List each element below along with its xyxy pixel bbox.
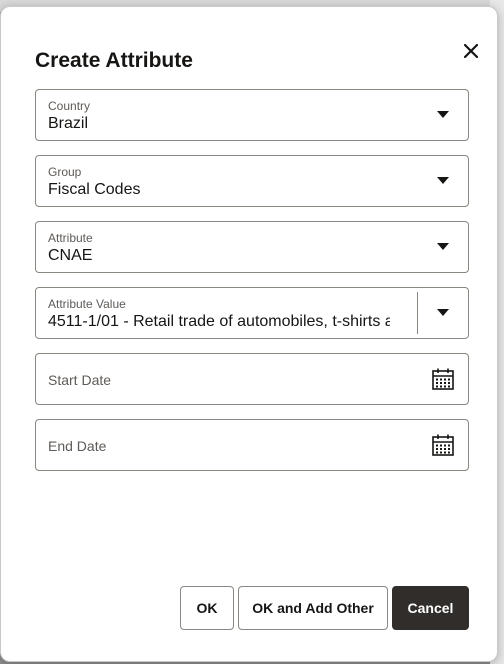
close-button[interactable]	[457, 37, 485, 65]
dialog-title: Create Attribute	[35, 49, 193, 72]
chevron-down-icon[interactable]	[437, 111, 449, 119]
combobox-divider	[417, 292, 418, 334]
attribute-value-input[interactable]: 4511-1/01 - Retail trade of automobiles,…	[48, 313, 390, 331]
country-label: Country	[48, 99, 91, 113]
country-select[interactable]: Country Brazil	[35, 89, 469, 141]
attribute-value-label: Attribute Value	[48, 297, 126, 311]
start-date-placeholder: Start Date	[48, 372, 112, 388]
attribute-value-text: CNAE	[48, 247, 93, 264]
end-date-field[interactable]: End Date	[35, 419, 469, 471]
group-label: Group	[48, 165, 82, 179]
ok-button[interactable]: OK	[180, 586, 234, 630]
end-date-placeholder: End Date	[48, 438, 107, 454]
attribute-value-combobox[interactable]: Attribute Value 4511-1/01 - Retail trade…	[35, 287, 469, 339]
country-value: Brazil	[48, 115, 89, 132]
calendar-icon[interactable]	[431, 367, 455, 391]
calendar-icon[interactable]	[431, 433, 455, 457]
group-value: Fiscal Codes	[48, 181, 141, 198]
close-icon	[463, 43, 479, 59]
chevron-down-icon[interactable]	[437, 243, 449, 251]
start-date-field[interactable]: Start Date	[35, 353, 469, 405]
chevron-down-icon[interactable]	[437, 309, 449, 317]
ok-and-add-other-button[interactable]: OK and Add Other	[238, 586, 388, 630]
chevron-down-icon[interactable]	[437, 177, 449, 185]
attribute-label: Attribute	[48, 231, 93, 245]
attribute-select[interactable]: Attribute CNAE	[35, 221, 469, 273]
create-attribute-dialog: Create Attribute Country Brazil Group Fi…	[0, 6, 498, 662]
group-select[interactable]: Group Fiscal Codes	[35, 155, 469, 207]
cancel-button[interactable]: Cancel	[392, 586, 469, 630]
